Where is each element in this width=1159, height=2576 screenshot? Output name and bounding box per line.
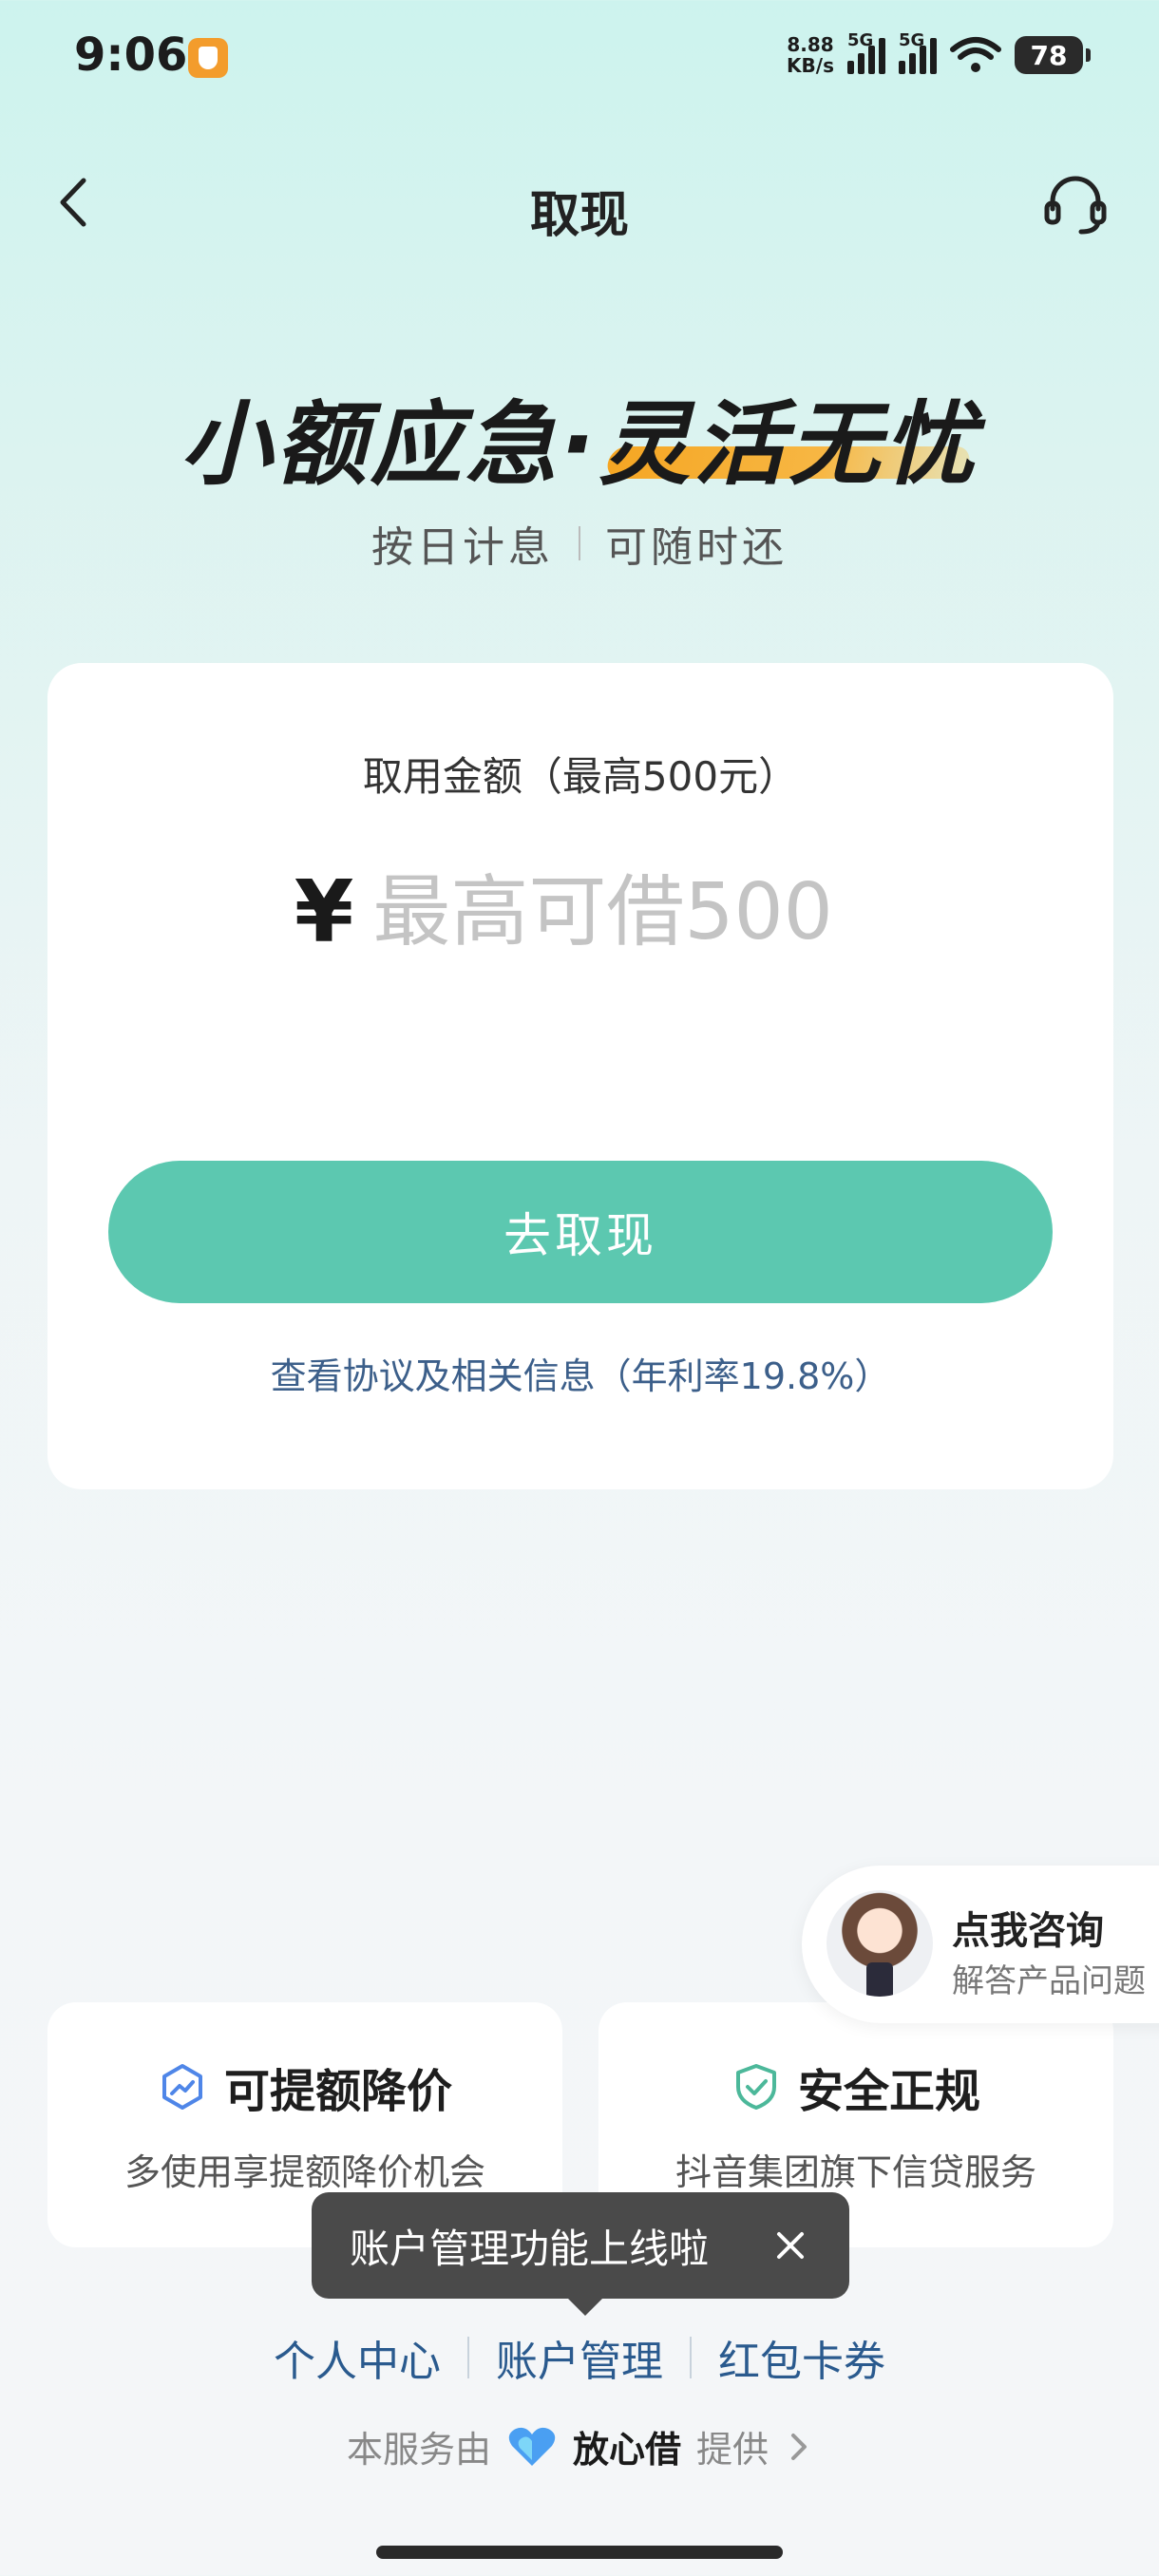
link-coupons[interactable]: 红包卡券 <box>692 2327 912 2388</box>
hero-subtitle: 按日计息 可随时还 <box>0 513 1159 574</box>
signal-icon: 5G <box>899 30 937 74</box>
link-personal-center[interactable]: 个人中心 <box>247 2327 467 2388</box>
heart-logo-icon <box>508 2427 556 2466</box>
wifi-icon <box>950 37 1001 72</box>
home-indicator[interactable] <box>376 2546 783 2559</box>
tooltip-text: 账户管理功能上线啦 <box>350 2225 710 2272</box>
consult-subtitle: 解答产品问题 <box>952 1962 1146 2000</box>
status-indicators: 8.88 KB/s 5G 5G 78 <box>787 27 1091 84</box>
network-speed: 8.88 KB/s <box>787 33 834 77</box>
feature-tooltip: 账户管理功能上线啦 <box>312 2192 849 2316</box>
withdraw-card: 取用金额（最高500元） ¥ 去取现 查看协议及相关信息（年利率19.8%） <box>48 663 1113 1489</box>
provider-info[interactable]: 本服务由 放心借 提供 <box>0 2420 1159 2472</box>
chevron-right-icon <box>791 2433 808 2460</box>
currency-symbol: ¥ <box>294 862 354 962</box>
close-icon[interactable] <box>766 2221 815 2270</box>
provider-name: 放心借 <box>572 2429 681 2471</box>
shield-check-icon <box>735 2064 776 2110</box>
amount-label: 取用金额（最高500元） <box>362 753 799 800</box>
link-account-management[interactable]: 账户管理 <box>469 2327 690 2388</box>
provider-prefix: 本服务由 <box>346 2429 491 2471</box>
provider-suffix: 提供 <box>696 2429 770 2471</box>
agreement-link[interactable]: 查看协议及相关信息（年利率19.8%） <box>48 1347 1113 1399</box>
agent-avatar <box>826 1890 933 1997</box>
hero-title: 小额应急·灵活无忧 <box>180 391 979 498</box>
page-title: 取现 <box>529 187 629 244</box>
trend-up-hexagon-icon <box>162 2064 202 2110</box>
feature-title: 可提额降价 <box>223 2065 452 2118</box>
feature-title: 安全正规 <box>797 2065 980 2118</box>
consult-button[interactable]: 点我咨询 解答产品问题 <box>802 1866 1159 2023</box>
divider <box>579 526 580 560</box>
feature-desc: 抖音集团旗下信贷服务 <box>674 2151 1036 2193</box>
signal-icon: 5G <box>847 30 885 74</box>
headset-icon[interactable] <box>1041 169 1110 237</box>
withdraw-button[interactable]: 去取现 <box>108 1161 1053 1303</box>
hero-sub-left: 按日计息 <box>371 523 554 572</box>
consult-title: 点我咨询 <box>952 1909 1104 1953</box>
app-notification-icon <box>188 38 228 78</box>
status-bar: 9:06 8.88 KB/s 5G 5G 78 <box>0 0 1159 114</box>
nav-bar: 取现 <box>0 152 1159 256</box>
amount-row: ¥ <box>48 862 1113 962</box>
hero-sub-right: 可随时还 <box>605 523 788 572</box>
feature-desc: 多使用享提额降价机会 <box>124 2151 485 2193</box>
battery-indicator: 78 <box>1015 36 1091 74</box>
status-time: 9:06 <box>74 28 188 82</box>
amount-input[interactable] <box>372 867 867 957</box>
bottom-links: 个人中心 账户管理 红包卡券 <box>0 2327 1159 2388</box>
